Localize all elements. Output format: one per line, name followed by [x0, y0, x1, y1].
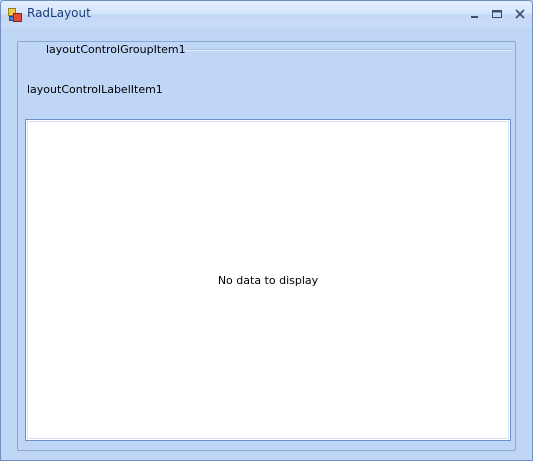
window-title: RadLayout: [27, 6, 91, 20]
data-grid[interactable]: No data to display: [25, 119, 511, 441]
grid-body: No data to display: [27, 121, 509, 439]
layout-label-item: layoutControlLabelItem1: [27, 83, 163, 96]
maximize-icon[interactable]: [487, 5, 507, 23]
group-title: layoutControlGroupItem1: [46, 43, 186, 56]
group-header: layoutControlGroupItem1: [18, 42, 515, 58]
minimize-icon[interactable]: [465, 5, 485, 23]
title-bar[interactable]: RadLayout: [1, 1, 532, 27]
app-window: RadLayout layoutControlGroupItem1 layout…: [0, 0, 533, 461]
app-icon: [8, 7, 22, 22]
close-icon[interactable]: [510, 5, 530, 23]
group-header-divider: [186, 49, 512, 51]
grid-empty-message: No data to display: [217, 274, 319, 287]
layout-control: layoutControlGroupItem1 layoutControlLab…: [2, 27, 531, 459]
